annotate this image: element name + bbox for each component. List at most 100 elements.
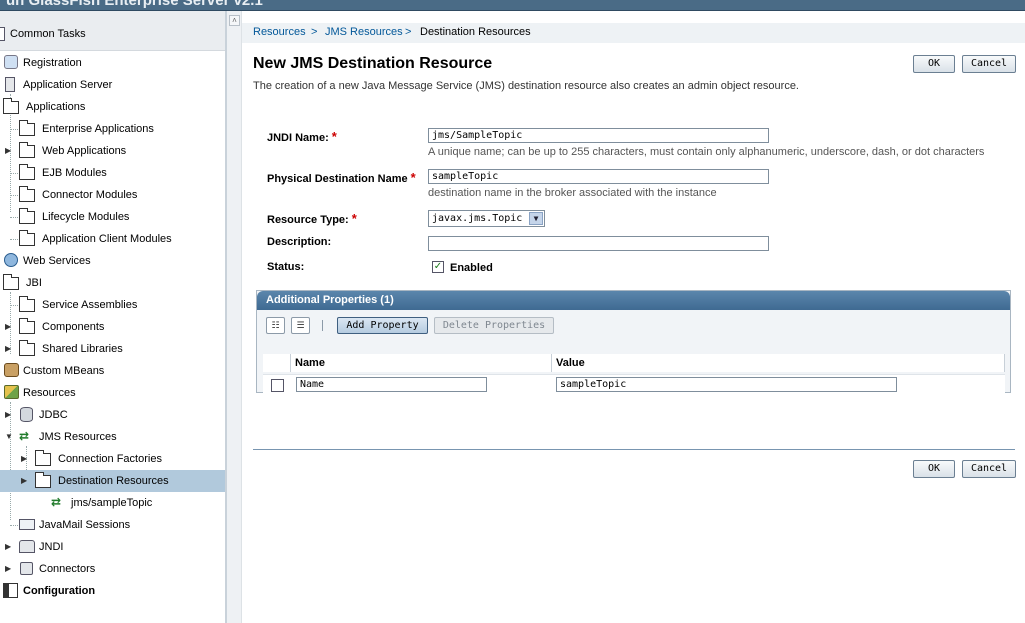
ok-button-bottom[interactable]: OK bbox=[913, 460, 955, 478]
expand-icon[interactable]: ▶ bbox=[5, 146, 13, 156]
tree-item-lifecycle-modules[interactable]: Lifecycle Modules bbox=[0, 206, 225, 228]
deselect-all-icon[interactable]: ☰ bbox=[291, 317, 310, 334]
enabled-checkbox[interactable]: ✓ bbox=[432, 261, 444, 273]
breadcrumb-separator: > bbox=[405, 26, 412, 38]
tree-item-connection-factories[interactable]: ▶ Connection Factories bbox=[0, 448, 225, 470]
folder-icon bbox=[19, 318, 35, 337]
chevron-up-icon[interactable]: ˄ bbox=[229, 15, 240, 26]
folder-icon bbox=[3, 98, 19, 117]
pane-splitter[interactable]: ˄ bbox=[226, 11, 242, 623]
jndi-name-field[interactable]: jms/SampleTopic bbox=[428, 128, 769, 143]
tree-guide bbox=[10, 525, 18, 526]
tree-item-configuration[interactable]: Configuration bbox=[0, 580, 225, 602]
collapse-icon[interactable]: ▼ bbox=[5, 432, 13, 442]
chevron-down-icon[interactable]: ▼ bbox=[529, 212, 543, 225]
property-name-field[interactable]: Name bbox=[296, 377, 487, 392]
add-property-button[interactable]: Add Property bbox=[337, 317, 428, 334]
common-tasks-icon bbox=[0, 27, 5, 41]
expand-icon[interactable]: ▶ bbox=[5, 564, 13, 574]
tree-guide bbox=[10, 239, 18, 240]
expand-icon[interactable]: ▶ bbox=[5, 542, 13, 552]
configuration-icon bbox=[3, 583, 19, 599]
tree-item-registration[interactable]: Registration bbox=[0, 52, 225, 74]
tree-item-jms-sample-topic[interactable]: ⇄ jms/sampleTopic bbox=[0, 492, 225, 514]
folder-icon bbox=[19, 120, 35, 139]
cancel-button[interactable]: Cancel bbox=[962, 55, 1016, 73]
tree-item-enterprise-applications[interactable]: Enterprise Applications bbox=[0, 118, 225, 140]
expand-icon[interactable]: ▶ bbox=[5, 322, 13, 332]
additional-properties-title: Additional Properties (1) bbox=[257, 291, 1010, 310]
additional-properties-table: Additional Properties (1) ☷ ☰ Add Proper… bbox=[256, 290, 1011, 393]
common-tasks-label: Common Tasks bbox=[10, 28, 86, 40]
tree-guide bbox=[10, 305, 18, 306]
bean-icon bbox=[4, 363, 20, 379]
resource-type-select[interactable]: javax.jms.Topic ▼ bbox=[428, 210, 545, 227]
expand-icon[interactable]: ▶ bbox=[21, 454, 29, 464]
delete-properties-button[interactable]: Delete Properties bbox=[434, 317, 554, 334]
tree-item-web-applications[interactable]: ▶ Web Applications bbox=[0, 140, 225, 162]
physical-destination-label: Physical Destination Name * bbox=[267, 170, 416, 185]
tree-item-shared-libraries[interactable]: ▶ Shared Libraries bbox=[0, 338, 225, 360]
resource-type-label: Resource Type: * bbox=[267, 211, 357, 226]
navigation-tree: Common Tasks Registration Application Se… bbox=[0, 11, 226, 623]
breadcrumb-jms-resources[interactable]: JMS Resources bbox=[325, 26, 403, 38]
jndi-icon bbox=[19, 540, 35, 556]
select-column-header bbox=[263, 354, 291, 372]
required-icon: * bbox=[410, 170, 416, 185]
tree-item-custom-mbeans[interactable]: Custom MBeans bbox=[0, 360, 225, 382]
tree-guide bbox=[10, 217, 18, 218]
expand-icon[interactable]: ▶ bbox=[5, 344, 13, 354]
app-header: un GlassFish Enterprise Server v2.1 bbox=[0, 0, 1025, 11]
tree-item-service-assemblies[interactable]: Service Assemblies bbox=[0, 294, 225, 316]
row-select-checkbox[interactable] bbox=[271, 379, 284, 392]
tree-item-destination-resources[interactable]: ▶ Destination Resources bbox=[0, 470, 225, 492]
folder-icon bbox=[19, 340, 35, 359]
jms-icon: ⇄ bbox=[19, 429, 30, 443]
physical-destination-field[interactable]: sampleTopic bbox=[428, 169, 769, 184]
select-all-icon[interactable]: ☷ bbox=[266, 317, 285, 334]
jndi-name-help: A unique name; can be up to 255 characte… bbox=[428, 146, 985, 158]
description-label: Description: bbox=[267, 236, 332, 248]
tree-item-web-services[interactable]: Web Services bbox=[0, 250, 225, 272]
tree-item-components[interactable]: ▶ Components bbox=[0, 316, 225, 338]
folder-icon bbox=[19, 296, 35, 315]
description-field[interactable] bbox=[428, 236, 769, 251]
resources-icon bbox=[4, 385, 20, 401]
tree-item-javamail-sessions[interactable]: JavaMail Sessions bbox=[0, 514, 225, 536]
resource-type-value: javax.jms.Topic bbox=[432, 213, 523, 224]
name-column-header[interactable]: Name bbox=[291, 354, 552, 372]
tree-item-application-server[interactable]: Application Server bbox=[0, 74, 225, 96]
tree-item-ejb-modules[interactable]: EJB Modules bbox=[0, 162, 225, 184]
tree-item-connector-modules[interactable]: Connector Modules bbox=[0, 184, 225, 206]
tree-item-application-client-modules[interactable]: Application Client Modules bbox=[0, 228, 225, 250]
status-label: Status: bbox=[267, 261, 305, 273]
physical-destination-help: destination name in the broker associate… bbox=[428, 187, 717, 199]
database-icon bbox=[20, 407, 36, 423]
ok-button[interactable]: OK bbox=[913, 55, 955, 73]
required-icon: * bbox=[331, 129, 337, 144]
value-column-header[interactable]: Value bbox=[552, 354, 1005, 372]
folder-icon bbox=[35, 450, 51, 469]
registration-icon bbox=[4, 55, 20, 71]
expand-icon[interactable]: ▶ bbox=[5, 410, 13, 420]
tree-item-jbi[interactable]: JBI bbox=[0, 272, 225, 294]
cancel-button-bottom[interactable]: Cancel bbox=[962, 460, 1016, 478]
page-title: New JMS Destination Resource bbox=[253, 55, 493, 72]
tree-item-jdbc[interactable]: ▶ JDBC bbox=[0, 404, 225, 426]
footer-divider bbox=[253, 449, 1015, 450]
tree-header[interactable]: Common Tasks bbox=[0, 11, 225, 51]
tree-item-jms-resources[interactable]: ▼ ⇄ JMS Resources bbox=[0, 426, 225, 448]
main-content: Resources > JMS Resources > Destination … bbox=[242, 11, 1025, 623]
toolbar-divider bbox=[322, 320, 323, 331]
tree-item-applications[interactable]: Applications bbox=[0, 96, 225, 118]
tree-item-jndi[interactable]: ▶ JNDI bbox=[0, 536, 225, 558]
tree-guide bbox=[10, 195, 18, 196]
enabled-label: Enabled bbox=[450, 262, 493, 274]
tree-item-resources[interactable]: Resources bbox=[0, 382, 225, 404]
expand-icon[interactable]: ▶ bbox=[21, 476, 29, 486]
tree-item-connectors[interactable]: ▶ Connectors bbox=[0, 558, 225, 580]
globe-icon bbox=[4, 253, 20, 269]
connector-icon bbox=[20, 562, 36, 578]
property-value-field[interactable]: sampleTopic bbox=[556, 377, 897, 392]
breadcrumb-resources[interactable]: Resources bbox=[253, 26, 306, 38]
